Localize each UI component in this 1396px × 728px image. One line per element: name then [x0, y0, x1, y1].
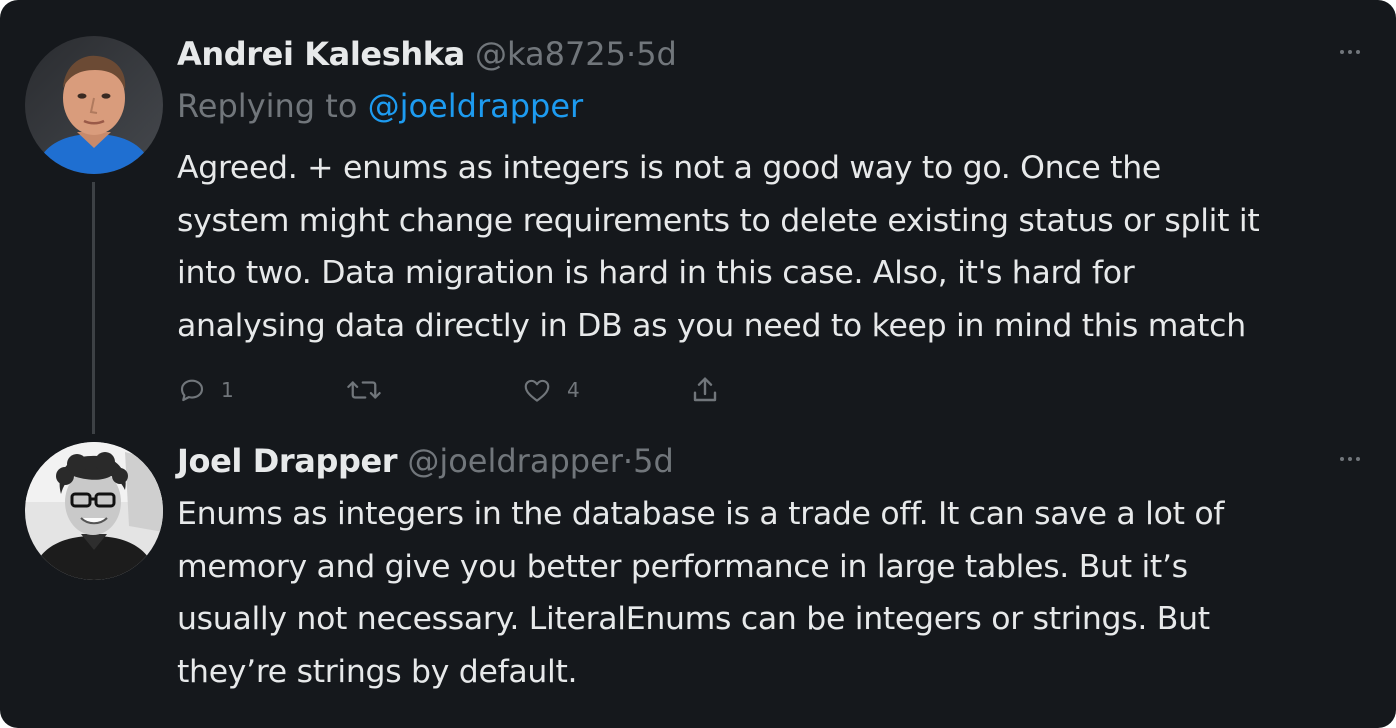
- tweet-text-line: into two. Data migration is hard in this…: [177, 255, 1135, 291]
- reply-button[interactable]: 1: [177, 372, 234, 408]
- timestamp[interactable]: 5d: [633, 442, 674, 480]
- share-button[interactable]: [689, 372, 721, 408]
- avatar-photo-joel: [25, 442, 163, 580]
- display-name[interactable]: Joel Drapper: [177, 442, 398, 480]
- like-count: 4: [567, 378, 580, 402]
- user-handle[interactable]: @joeldrapper: [407, 442, 623, 480]
- separator-dot: ·: [622, 442, 634, 480]
- share-icon: [693, 377, 717, 402]
- tweet-text: Enums as integers in the database is a t…: [177, 488, 1367, 698]
- replying-to-line: Replying to @joeldrapper: [177, 83, 583, 129]
- tweet-text: Agreed. + enums as integers is not a goo…: [177, 142, 1367, 352]
- more-icon[interactable]: [1335, 42, 1365, 62]
- tweet-header: Joel Drapper @joeldrapper·5d: [177, 439, 674, 483]
- tweet-text-line: Enums as integers in the database is a t…: [177, 496, 1225, 532]
- reply-count: 1: [221, 378, 234, 402]
- display-name[interactable]: Andrei Kaleshka: [177, 35, 465, 73]
- tweet-actions: 1 4: [177, 372, 777, 408]
- separator-dot: ·: [626, 35, 637, 73]
- avatar[interactable]: [25, 442, 163, 580]
- thread-connector-line: [92, 182, 95, 434]
- tweet-header: Andrei Kaleshka @ka8725·5d: [177, 32, 677, 76]
- tweet-text-line: Agreed. + enums as integers is not a goo…: [177, 150, 1161, 186]
- tweet-text-line: system might change requirements to dele…: [177, 202, 1260, 239]
- tweet-text-line: usually not necessary. LiteralEnums can …: [177, 601, 1210, 637]
- replying-to-mention[interactable]: @joeldrapper: [368, 87, 584, 125]
- retweet-button[interactable]: [345, 372, 397, 408]
- tweet-text-line: memory and give you better performance i…: [177, 548, 1188, 585]
- retweet-icon: [347, 381, 381, 399]
- more-icon[interactable]: [1335, 449, 1365, 469]
- user-handle[interactable]: @ka8725: [475, 35, 626, 73]
- avatar-photo-andrei: [25, 36, 163, 174]
- like-button[interactable]: 4: [521, 372, 580, 408]
- like-icon: [524, 379, 550, 402]
- tweet-text-line: analysing data directly in DB as you nee…: [177, 307, 1246, 344]
- replying-to-label: Replying to: [177, 87, 358, 125]
- avatar[interactable]: [25, 36, 163, 174]
- tweet-text-line: they’re strings by default.: [177, 653, 578, 690]
- timestamp[interactable]: 5d: [636, 35, 677, 73]
- reply-icon: [180, 379, 204, 402]
- tweet-thread-card: Andrei Kaleshka @ka8725·5d Replying to @…: [0, 0, 1396, 728]
